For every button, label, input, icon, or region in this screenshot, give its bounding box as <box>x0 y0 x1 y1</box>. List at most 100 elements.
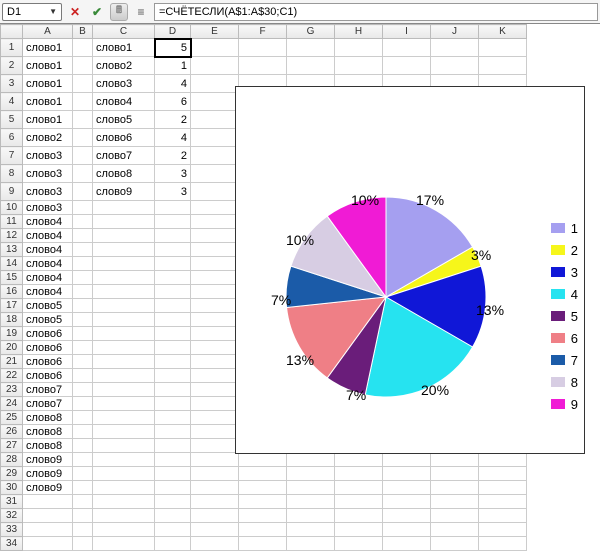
cell-D10[interactable] <box>155 201 191 215</box>
row-header-19[interactable]: 19 <box>1 327 23 341</box>
cell-E19[interactable] <box>191 327 239 341</box>
cell-B18[interactable] <box>73 313 93 327</box>
cell-B4[interactable] <box>73 93 93 111</box>
cell-J29[interactable] <box>431 467 479 481</box>
cell-A23[interactable]: слово7 <box>23 383 73 397</box>
cell-C29[interactable] <box>93 467 155 481</box>
cell-B22[interactable] <box>73 369 93 383</box>
cell-J1[interactable] <box>431 39 479 57</box>
row-header-5[interactable]: 5 <box>1 111 23 129</box>
cell-A27[interactable]: слово8 <box>23 439 73 453</box>
cell-C23[interactable] <box>93 383 155 397</box>
cell-F32[interactable] <box>239 509 287 523</box>
cell-A3[interactable]: слово1 <box>23 75 73 93</box>
cell-C33[interactable] <box>93 523 155 537</box>
row-header-16[interactable]: 16 <box>1 285 23 299</box>
row-header-10[interactable]: 10 <box>1 201 23 215</box>
cell-D28[interactable] <box>155 453 191 467</box>
cell-E21[interactable] <box>191 355 239 369</box>
cell-E24[interactable] <box>191 397 239 411</box>
cell-B14[interactable] <box>73 257 93 271</box>
row-header-6[interactable]: 6 <box>1 129 23 147</box>
cell-A4[interactable]: слово1 <box>23 93 73 111</box>
cell-B31[interactable] <box>73 495 93 509</box>
row-header-28[interactable]: 28 <box>1 453 23 467</box>
cell-C18[interactable] <box>93 313 155 327</box>
cell-A26[interactable]: слово8 <box>23 425 73 439</box>
row-header-15[interactable]: 15 <box>1 271 23 285</box>
cell-B1[interactable] <box>73 39 93 57</box>
cell-D25[interactable] <box>155 411 191 425</box>
cell-D26[interactable] <box>155 425 191 439</box>
cell-C34[interactable] <box>93 537 155 551</box>
cell-E30[interactable] <box>191 481 239 495</box>
cell-E28[interactable] <box>191 453 239 467</box>
cell-E10[interactable] <box>191 201 239 215</box>
cell-B12[interactable] <box>73 229 93 243</box>
cell-E25[interactable] <box>191 411 239 425</box>
cell-D9[interactable]: 3 <box>155 183 191 201</box>
cell-K28[interactable] <box>479 453 527 467</box>
cell-I29[interactable] <box>383 467 431 481</box>
cell-D4[interactable]: 6 <box>155 93 191 111</box>
cell-D11[interactable] <box>155 215 191 229</box>
formula-input[interactable]: =СЧЁТЕСЛИ(A$1:A$30;C1) <box>154 3 598 21</box>
cell-D8[interactable]: 3 <box>155 165 191 183</box>
cell-B9[interactable] <box>73 183 93 201</box>
cell-B19[interactable] <box>73 327 93 341</box>
col-header-C[interactable]: C <box>93 25 155 39</box>
cell-E4[interactable] <box>191 93 239 111</box>
col-header-J[interactable]: J <box>431 25 479 39</box>
cell-I31[interactable] <box>383 495 431 509</box>
cell-K31[interactable] <box>479 495 527 509</box>
row-header-11[interactable]: 11 <box>1 215 23 229</box>
row-header-21[interactable]: 21 <box>1 355 23 369</box>
cell-E13[interactable] <box>191 243 239 257</box>
cell-D31[interactable] <box>155 495 191 509</box>
cell-C28[interactable] <box>93 453 155 467</box>
cell-E8[interactable] <box>191 165 239 183</box>
cell-E26[interactable] <box>191 425 239 439</box>
cell-C30[interactable] <box>93 481 155 495</box>
cell-A33[interactable] <box>23 523 73 537</box>
cell-E32[interactable] <box>191 509 239 523</box>
cell-B16[interactable] <box>73 285 93 299</box>
row-header-9[interactable]: 9 <box>1 183 23 201</box>
col-header-I[interactable]: I <box>383 25 431 39</box>
cell-H2[interactable] <box>335 57 383 75</box>
cell-C6[interactable]: слово6 <box>93 129 155 147</box>
row-header-4[interactable]: 4 <box>1 93 23 111</box>
cell-H1[interactable] <box>335 39 383 57</box>
cell-A13[interactable]: слово4 <box>23 243 73 257</box>
cell-K33[interactable] <box>479 523 527 537</box>
cell-C24[interactable] <box>93 397 155 411</box>
cell-C7[interactable]: слово7 <box>93 147 155 165</box>
cell-A5[interactable]: слово1 <box>23 111 73 129</box>
cell-B28[interactable] <box>73 453 93 467</box>
row-header-3[interactable]: 3 <box>1 75 23 93</box>
col-header-K[interactable]: K <box>479 25 527 39</box>
cell-B5[interactable] <box>73 111 93 129</box>
cell-E20[interactable] <box>191 341 239 355</box>
dropdown-arrow-icon[interactable]: ▼ <box>49 7 57 16</box>
cell-F33[interactable] <box>239 523 287 537</box>
cell-D7[interactable]: 2 <box>155 147 191 165</box>
cell-F28[interactable] <box>239 453 287 467</box>
cell-A32[interactable] <box>23 509 73 523</box>
cell-B10[interactable] <box>73 201 93 215</box>
cell-C3[interactable]: слово3 <box>93 75 155 93</box>
cell-K30[interactable] <box>479 481 527 495</box>
cell-reference-box[interactable]: D1 ▼ <box>2 3 62 21</box>
row-header-34[interactable]: 34 <box>1 537 23 551</box>
cell-F31[interactable] <box>239 495 287 509</box>
cell-K2[interactable] <box>479 57 527 75</box>
cell-E9[interactable] <box>191 183 239 201</box>
row-header-7[interactable]: 7 <box>1 147 23 165</box>
cell-C22[interactable] <box>93 369 155 383</box>
cell-F2[interactable] <box>239 57 287 75</box>
cell-D18[interactable] <box>155 313 191 327</box>
cell-E6[interactable] <box>191 129 239 147</box>
cell-B13[interactable] <box>73 243 93 257</box>
cell-D2[interactable]: 1 <box>155 57 191 75</box>
cell-C32[interactable] <box>93 509 155 523</box>
